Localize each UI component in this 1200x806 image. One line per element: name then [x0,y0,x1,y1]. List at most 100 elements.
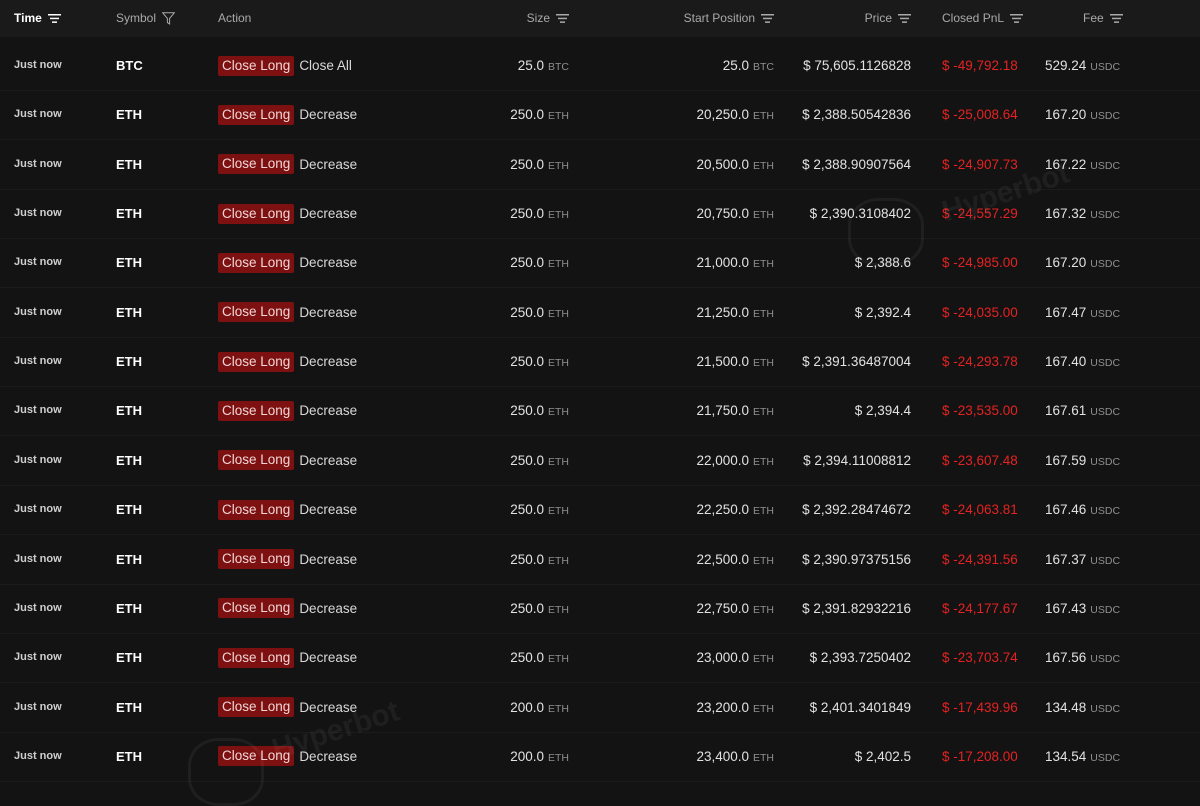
col-size-header[interactable]: Size [527,0,569,37]
start-position-unit: ETH [753,110,774,123]
table-row[interactable]: Just now ETH Close Long Decrease 250.0 ETH 20,… [0,90,1200,141]
table-row[interactable]: Just now ETH Close Long Decrease 250.0 ETH 20,… [0,189,1200,240]
table-row[interactable]: Just now ETH Close Long Decrease 250.0 ETH 21,… [0,288,1200,338]
start-position-cell: 20,250.0 ETH [696,90,774,139]
table-row[interactable]: Just now ETH Close Long Decrease 250.0 ETH 20,… [0,140,1200,190]
action-cell: Close Long Decrease [218,90,357,139]
start-position-cell: 22,250.0 ETH [696,485,774,534]
watermark-logo [188,738,264,806]
closed-pnl-cell: $ -23,535.00 [942,403,1018,419]
action-badge: Close Long [218,697,295,718]
col-fee-header[interactable]: Fee [1083,0,1123,37]
col-symbol-header[interactable]: Symbol [116,0,176,37]
start-position-cell: 25.0 BTC [723,41,774,90]
action-cell: Close Long Decrease [218,535,357,584]
sort-icon [47,14,61,23]
start-position-value: 21,250.0 [696,304,749,320]
fee-unit: USDC [1090,554,1121,567]
symbol-cell[interactable]: ETH [116,535,142,584]
table-row[interactable]: Just now ETH Close Long Decrease 250.0 ETH 22,… [0,584,1200,634]
size-cell: 250.0 ETH [510,189,569,238]
size-unit: ETH [548,159,569,172]
symbol-cell[interactable]: ETH [116,337,142,386]
fee-cell: 167.47 USDC [1045,288,1120,337]
watermark-logo [848,198,924,266]
action-badge: Close Long [218,647,295,668]
symbol-cell[interactable]: ETH [116,238,142,287]
size-value: 250.0 [510,255,544,271]
fee-unit: USDC [1090,653,1121,666]
start-position-value: 21,500.0 [696,354,749,370]
price-cell: $ 2,394.4 [854,403,911,419]
fee-cell: 529.24 USDC [1045,41,1120,90]
fee-value: 134.54 [1045,748,1087,764]
table-row[interactable]: Just now ETH Close Long Decrease 250.0 ETH 21,… [0,238,1200,289]
col-time-header[interactable]: Time [14,0,61,37]
table-row[interactable]: Just now ETH Close Long Decrease 250.0 ETH 21,… [0,337,1200,388]
col-action-header: Action [218,0,251,37]
symbol-cell[interactable]: ETH [116,288,142,337]
start-position-unit: ETH [753,209,774,222]
symbol-cell[interactable]: ETH [116,436,142,485]
action-badge: Close Long [218,302,295,323]
action-badge: Close Long [218,154,295,175]
symbol-cell[interactable]: ETH [116,386,142,435]
size-cell: 250.0 ETH [510,535,569,584]
col-price-label: Price [864,11,892,25]
table-row[interactable]: Just now BTC Close Long Close All 25.0 BTC 25.… [0,41,1200,91]
fee-cell: 167.61 USDC [1045,386,1120,435]
fee-value: 167.20 [1045,255,1087,271]
table-row[interactable]: Just now ETH Close Long Decrease 250.0 ETH 22,… [0,535,1200,585]
table-row[interactable]: Just now ETH Close Long Decrease 250.0 ETH 21,… [0,386,1200,437]
size-cell: 25.0 BTC [518,41,569,90]
symbol-cell[interactable]: ETH [116,485,142,534]
fee-value: 167.43 [1045,600,1087,616]
fee-cell: 167.32 USDC [1045,189,1120,238]
symbol-cell[interactable]: ETH [116,584,142,633]
size-value: 250.0 [510,304,544,320]
col-start-position-label: Start Position [683,11,755,25]
size-cell: 200.0 ETH [510,683,569,732]
table-row[interactable]: Just now ETH Close Long Decrease 250.0 ETH 22,… [0,436,1200,486]
start-position-value: 20,500.0 [696,156,749,172]
start-position-value: 21,750.0 [696,403,749,419]
col-price-header[interactable]: Price [865,0,911,37]
symbol-cell[interactable]: ETH [116,189,142,238]
table-row[interactable]: Just now ETH Close Long Decrease 250.0 ETH 22,… [0,485,1200,536]
fee-unit: USDC [1090,110,1121,123]
start-position-cell: 21,500.0 ETH [696,337,774,386]
size-cell: 250.0 ETH [510,584,569,633]
size-cell: 250.0 ETH [510,238,569,287]
price-cell: $ 2,391.82932216 [802,600,911,616]
size-value: 250.0 [510,650,544,666]
col-closed-pnl-header[interactable]: Closed PnL [942,0,1024,37]
action-badge: Close Long [218,351,295,372]
time-cell: Just now [14,256,62,269]
size-unit: ETH [548,406,569,419]
fee-unit: USDC [1090,751,1121,764]
start-position-cell: 22,750.0 ETH [696,584,774,633]
start-position-cell: 22,500.0 ETH [696,535,774,584]
symbol-cell[interactable]: ETH [116,90,142,139]
filter-icon[interactable] [162,12,176,25]
symbol-cell[interactable]: BTC [116,41,143,90]
table-row[interactable]: Just now ETH Close Long Decrease 200.0 ETH 23,… [0,732,1200,782]
symbol-cell[interactable]: ETH [116,633,142,682]
start-position-value: 20,750.0 [696,206,749,222]
action-text: Decrease [299,452,358,468]
fee-value: 167.56 [1045,650,1087,666]
time-cell: Just now [14,355,62,368]
start-position-cell: 21,750.0 ETH [696,386,774,435]
size-unit: ETH [548,751,569,764]
table-row[interactable]: Just now ETH Close Long Decrease 250.0 ETH 23,… [0,633,1200,684]
fee-cell: 167.43 USDC [1045,584,1120,633]
size-value: 250.0 [510,206,544,222]
col-size-label: Size [526,11,550,25]
table-row[interactable]: Just now ETH Close Long Decrease 200.0 ETH 23,… [0,683,1200,733]
symbol-cell[interactable]: ETH [116,140,142,189]
time-cell: Just now [14,207,62,220]
start-position-value: 25.0 [722,58,749,73]
fee-value: 529.24 [1045,58,1087,73]
symbol-cell[interactable]: ETH [116,683,142,732]
col-start-position-header[interactable]: Start Position [684,0,774,37]
